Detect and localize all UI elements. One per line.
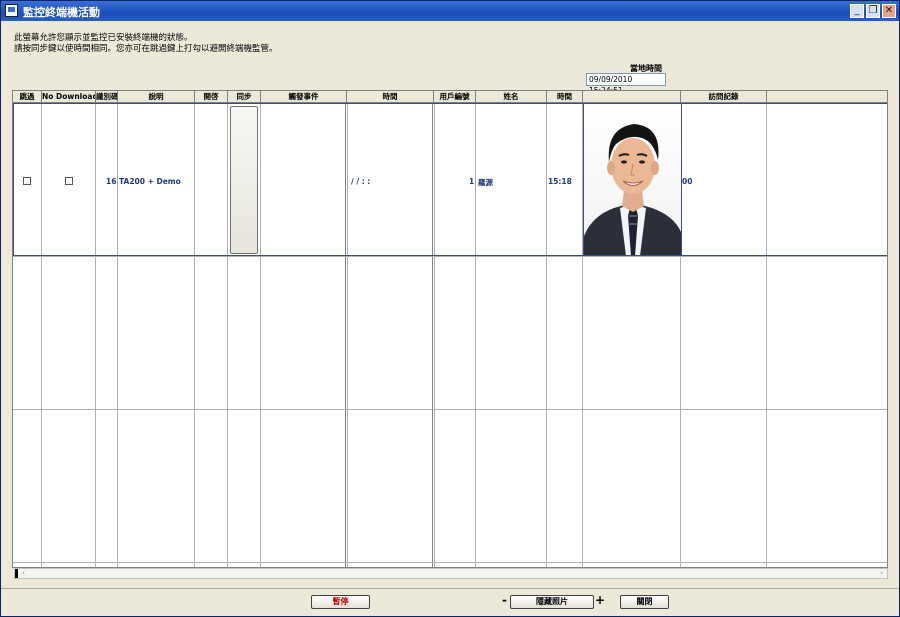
grid-line [194,103,195,567]
grid-line [766,103,767,567]
no-download-checkbox[interactable] [65,177,73,185]
user-name: 羅源 [478,178,493,187]
person-portrait-icon [584,104,681,256]
col-header-access-log[interactable]: 訪問記錄 [681,91,767,103]
col-header-trigger-event[interactable]: 觸發事件 [261,91,347,103]
trigger-time: / / : : [351,177,371,186]
enlarge-photo-button[interactable]: + [595,593,605,607]
grid-line [227,103,228,567]
pause-button[interactable]: 暫停 [311,595,370,609]
user-photo [583,104,682,256]
scrollbar-thumb[interactable] [15,569,18,578]
hide-photo-button[interactable]: 隱藏照片 [510,595,594,609]
skip-checkbox[interactable] [23,177,31,185]
local-time-field: 09/09/2010 15:24:51 [586,73,666,95]
shrink-photo-button[interactable]: - [502,593,507,607]
app-icon [5,4,18,17]
event-time: 15:18 [548,177,572,186]
title-bar: 監控終端機活動 _ ❐ ✕ [1,1,899,21]
access-log-value: 00 [682,177,693,186]
grid-line [347,103,348,567]
col-header-description[interactable]: 說明 [118,91,195,103]
terminal-description: TA200 + Demo [119,177,181,186]
col-header-photo[interactable] [583,91,681,103]
col-header-sync[interactable]: 同步 [228,91,261,103]
user-number: 1 [469,177,475,186]
col-header-filler [767,91,887,103]
minimize-button[interactable]: _ [850,4,864,18]
scroll-right-icon[interactable]: › [877,569,886,578]
grid-line [41,103,42,567]
grid-line [345,103,346,567]
restore-button[interactable]: ❐ [866,4,880,18]
col-header-id[interactable]: 識別碼 [96,91,118,103]
terminal-grid: 跳過 No Download 識別碼 說明 開啓 同步 觸發事件 時間 用戶編號… [12,90,888,568]
window-title: 監控終端機活動 [23,6,100,19]
horizontal-scrollbar[interactable]: ‹ › [14,568,888,579]
col-header-open[interactable]: 開啓 [195,91,228,103]
footer-separator [1,588,899,589]
monitor-window: 監控終端機活動 _ ❐ ✕ 此螢幕允許您顯示並監控已安裝終端機的狀態。 請按同步… [0,0,900,617]
terminal-id: 16 [106,177,117,186]
col-header-time[interactable]: 時間 [547,91,583,103]
grid-line [432,103,433,567]
scroll-left-icon[interactable]: ‹ [19,569,28,578]
col-header-event-time[interactable]: 時間 [347,91,434,103]
row-line [13,562,887,563]
row-line [13,256,887,257]
close-window-button[interactable]: ✕ [882,4,896,18]
grid-line [95,103,96,567]
grid-line [475,103,476,567]
grid-line [434,103,435,567]
row-line [13,409,887,410]
col-header-skip[interactable]: 跳過 [13,91,42,103]
close-button[interactable]: 關閉 [620,595,669,609]
col-header-user-no[interactable]: 用戶編號 [434,91,476,103]
grid-line [546,103,547,567]
col-header-no-download[interactable]: No Download [42,91,96,103]
grid-line [260,103,261,567]
grid-line [117,103,118,567]
info-line-2: 請按同步鍵以使時間相同。您亦可在跳過鍵上打勾以避開終端機監管。 [14,44,278,54]
col-header-name[interactable]: 姓名 [476,91,547,103]
sync-button[interactable] [230,106,258,254]
